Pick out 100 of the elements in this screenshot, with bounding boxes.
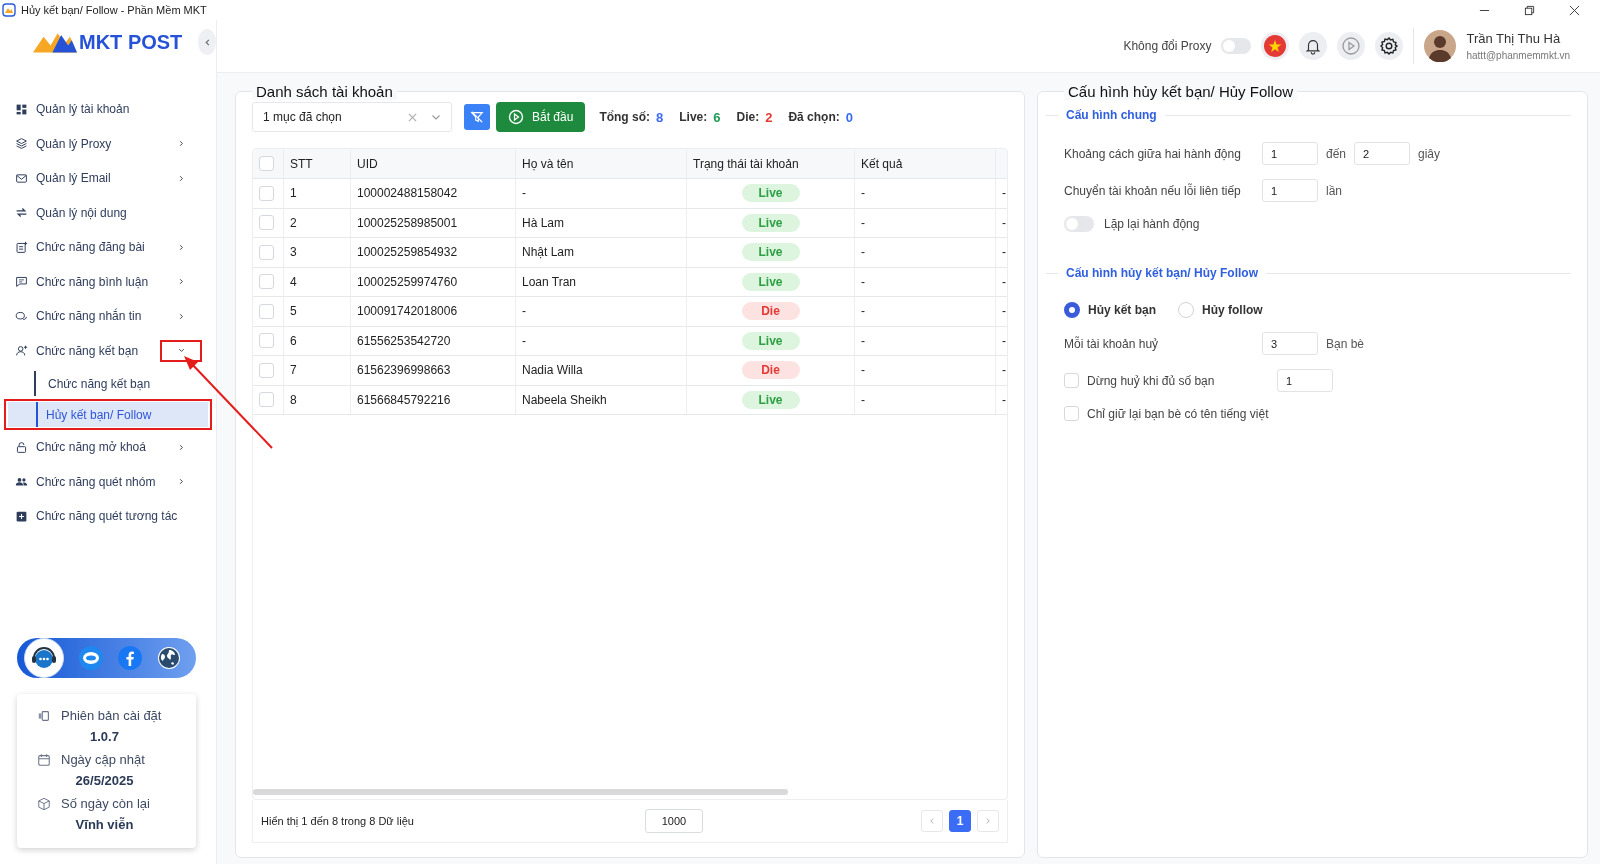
number-field[interactable]: 1 xyxy=(1277,369,1333,392)
select-all-checkbox[interactable] xyxy=(259,156,274,172)
submenu-item[interactable]: Hủy kết bạn/ Follow xyxy=(8,402,208,427)
filter-off-icon xyxy=(470,110,484,124)
field-unit: lần xyxy=(1326,183,1342,198)
avatar-icon[interactable] xyxy=(1424,30,1457,62)
table-cell: Nadia Willa xyxy=(522,363,583,378)
table-cell: Loan Tran xyxy=(522,274,577,289)
start-button[interactable]: Bắt đầu xyxy=(496,102,586,132)
close-icon[interactable] xyxy=(1569,4,1580,16)
info-value: 1.0.7 xyxy=(89,729,120,744)
table-cell: - xyxy=(861,392,865,407)
nav-item[interactable]: Chức năng quét tương tác xyxy=(0,499,216,534)
checkbox-label: Dừng huỷ khi đủ số bạn xyxy=(1087,373,1216,388)
settings-icon[interactable] xyxy=(1375,32,1404,60)
table-cell: - xyxy=(861,215,865,230)
previous-page-button[interactable] xyxy=(921,810,943,832)
status-badge: Live xyxy=(741,243,800,262)
row-checkbox[interactable] xyxy=(259,215,274,231)
table-cell: - xyxy=(522,186,526,201)
scrollbar-thumb[interactable] xyxy=(253,789,788,795)
checkbox-label: Chỉ giữ lại bạn bè có tên tiếng việt xyxy=(1087,406,1269,421)
row-checkbox[interactable] xyxy=(259,185,274,201)
number-field[interactable]: 1 xyxy=(1262,179,1318,202)
column-header[interactable]: Kết quả xyxy=(861,156,903,171)
checkbox[interactable] xyxy=(1064,406,1079,421)
play-icon[interactable] xyxy=(1337,32,1366,60)
nav-item[interactable]: Quản lý Proxy xyxy=(0,126,216,161)
proxy-label: Không đổi Proxy xyxy=(1123,39,1212,53)
globe-icon[interactable] xyxy=(156,646,181,670)
bell-icon[interactable] xyxy=(1299,32,1328,60)
repeat-toggle[interactable] xyxy=(1064,216,1094,232)
user-name: Trần Thị Thu Hà xyxy=(1466,31,1562,46)
stat-label: Tổng số: xyxy=(599,110,651,124)
row-checkbox[interactable] xyxy=(259,303,274,319)
radio-option[interactable]: Hủy follow xyxy=(1178,302,1263,318)
nav-item[interactable]: Chức năng quét nhóm xyxy=(0,464,216,499)
restore-icon[interactable] xyxy=(1524,4,1535,16)
table-cell: - xyxy=(1002,186,1006,201)
column-header[interactable]: STT xyxy=(290,156,313,171)
collapse-button[interactable] xyxy=(198,29,216,55)
page-button[interactable]: 1 xyxy=(949,810,971,832)
table-cell: 2 xyxy=(290,215,297,230)
chevron-left-icon xyxy=(928,817,936,825)
box-icon xyxy=(37,796,51,811)
support-icon[interactable] xyxy=(24,638,65,678)
lock-icon xyxy=(15,440,28,454)
table-cell: 61562396998663 xyxy=(357,363,451,378)
panel-title: Danh sách tài khoản xyxy=(252,83,397,100)
table-cell: - xyxy=(861,333,865,348)
nav-item[interactable]: Chức năng bình luận xyxy=(0,264,216,299)
number-field[interactable]: 1 xyxy=(1262,142,1318,165)
mail-icon xyxy=(15,171,28,185)
page-size-field[interactable]: 1000 xyxy=(645,809,703,833)
stat-label: Live: xyxy=(679,110,708,124)
stat-value: 0 xyxy=(845,109,853,125)
table-cell: - xyxy=(861,274,865,289)
account-select[interactable]: 1 mục đã chọn xyxy=(252,102,452,132)
stat-label: Đã chọn: xyxy=(788,110,840,124)
row-checkbox[interactable] xyxy=(259,392,274,408)
filter-clear-button[interactable] xyxy=(464,104,490,130)
chat-bubble-icon[interactable] xyxy=(79,646,104,670)
table-cell: Nabeela Sheikh xyxy=(522,392,607,407)
radio-option[interactable]: Hủy kết bạn xyxy=(1064,302,1156,318)
column-header[interactable]: Họ và tên xyxy=(522,156,574,171)
chevron-down-icon xyxy=(431,112,441,122)
table-cell: 61556253542720 xyxy=(357,333,451,348)
chevron-left-icon xyxy=(202,37,212,47)
flag-icon[interactable] xyxy=(1261,32,1290,60)
nav-item[interactable]: Quản lý Email xyxy=(0,161,216,196)
row-checkbox[interactable] xyxy=(259,362,274,378)
field-label: Chuyển tài khoản nếu lỗi liên tiếp xyxy=(1064,183,1242,198)
number-field[interactable]: 2 xyxy=(1354,142,1411,165)
nav-item[interactable]: Chức năng mở khoá xyxy=(0,430,216,465)
field-label: Mỗi tài khoản huỷ xyxy=(1064,336,1160,351)
field-unit: Bạn bè xyxy=(1326,336,1365,351)
chat-icon xyxy=(15,309,28,323)
status-badge: Live xyxy=(741,272,800,291)
status-badge: Live xyxy=(741,213,800,232)
table-cell: 7 xyxy=(290,363,297,378)
section-title: Cấu hình chung xyxy=(1066,108,1157,122)
row-checkbox[interactable] xyxy=(259,244,274,260)
facebook-icon[interactable] xyxy=(117,646,142,670)
section-title: Cấu hình hủy kết bạn/ Hủy Follow xyxy=(1066,266,1258,280)
proxy-toggle[interactable] xyxy=(1221,38,1252,54)
table-cell: 100091742018006 xyxy=(357,304,458,319)
next-page-button[interactable] xyxy=(977,810,999,832)
row-checkbox[interactable] xyxy=(259,333,274,349)
nav-item[interactable]: Chức năng kết bạn xyxy=(0,333,216,368)
nav-item[interactable]: Quản lý nội dung xyxy=(0,195,216,230)
nav-item[interactable]: Chức năng nhắn tin xyxy=(0,299,216,334)
checkbox[interactable] xyxy=(1064,373,1079,388)
nav-item[interactable]: Quản lý tài khoản xyxy=(0,92,216,127)
submenu-item[interactable]: Chức năng kết bạn xyxy=(34,371,208,396)
clear-icon[interactable] xyxy=(408,112,417,122)
row-checkbox[interactable] xyxy=(259,274,274,290)
table-cell: - xyxy=(522,304,526,319)
nav-item[interactable]: Chức năng đăng bài xyxy=(0,230,216,265)
number-field[interactable]: 3 xyxy=(1262,332,1318,355)
column-header[interactable]: UID xyxy=(357,156,378,171)
